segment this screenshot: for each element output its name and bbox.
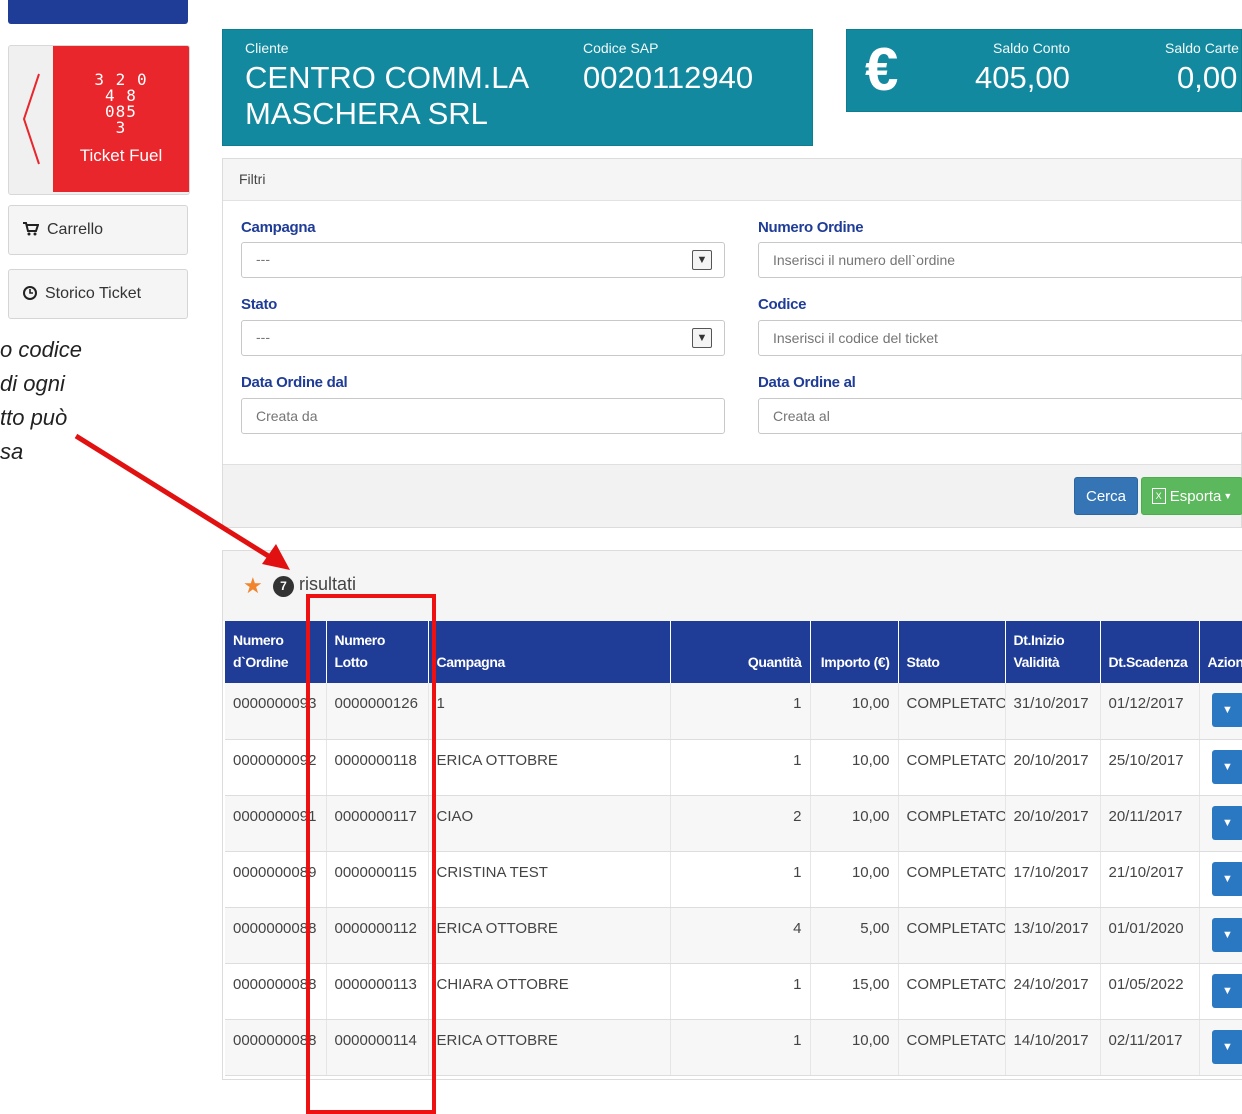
annotation-arrow: [0, 0, 1242, 1106]
annotation-highlight-box: [306, 594, 436, 1114]
